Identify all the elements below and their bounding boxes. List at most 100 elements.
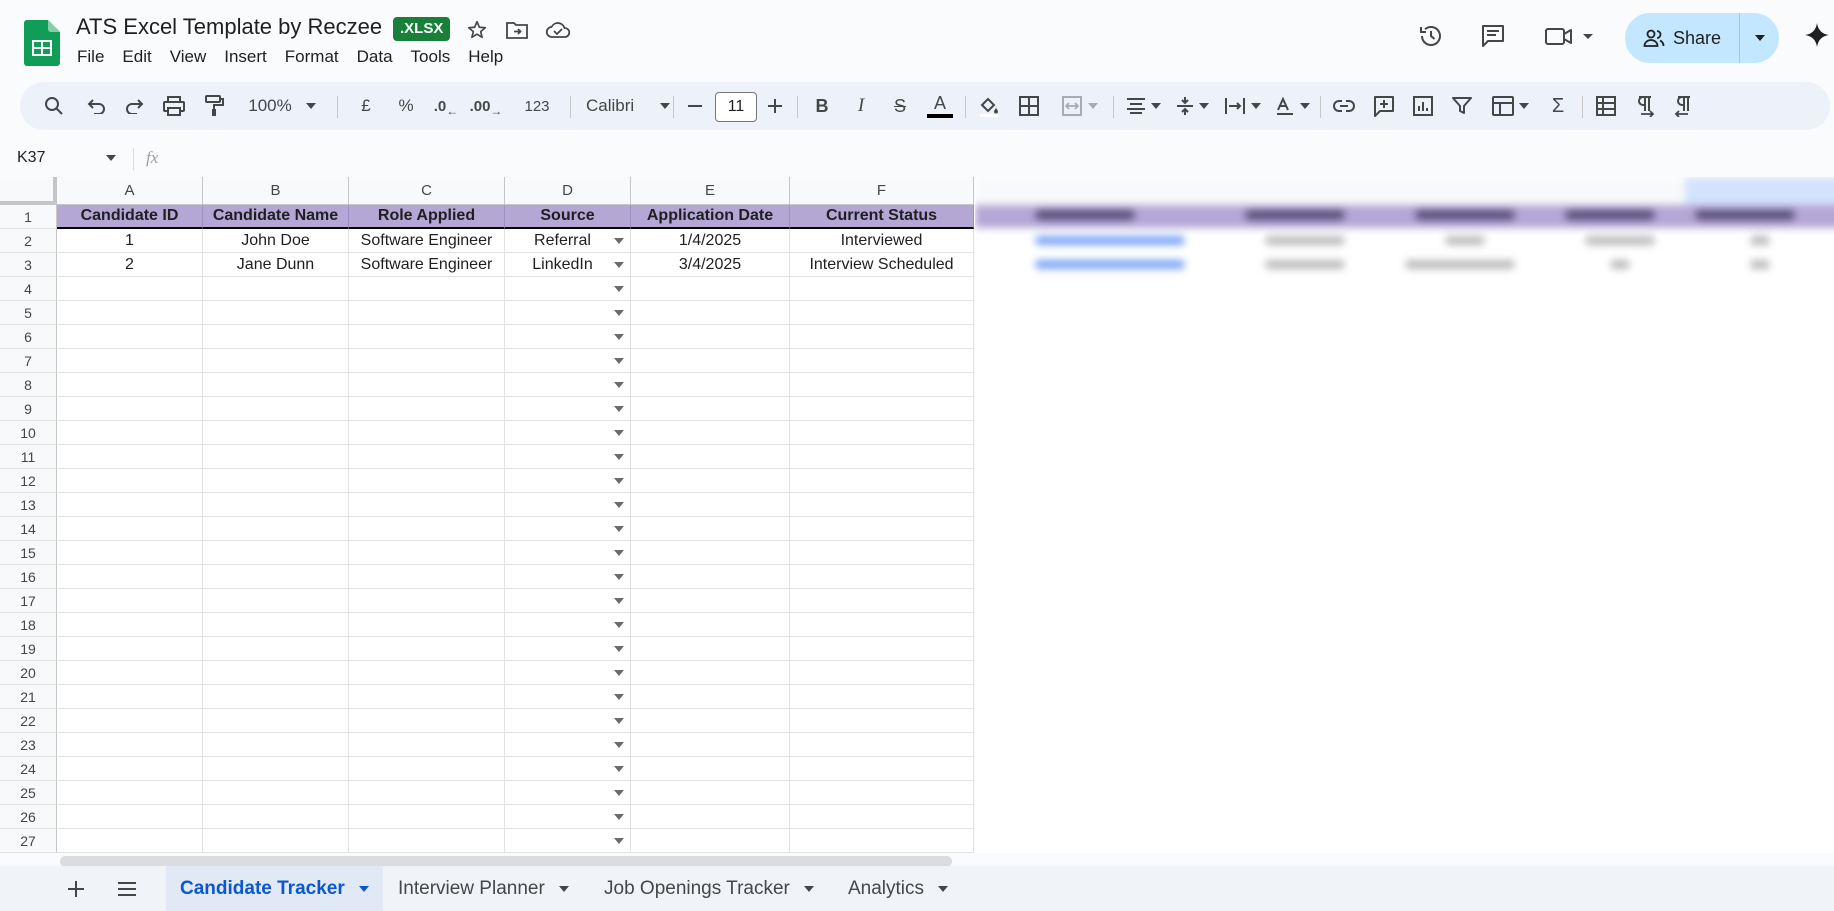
table-cell[interactable] xyxy=(790,277,974,301)
table-cell[interactable]: 1/4/2025 xyxy=(631,229,790,253)
share-dropdown-button[interactable] xyxy=(1740,13,1779,63)
table-cell[interactable] xyxy=(790,829,974,853)
table-cell[interactable] xyxy=(505,421,631,445)
table-cell[interactable] xyxy=(349,373,505,397)
table-cell[interactable]: John Doe xyxy=(203,229,349,253)
menu-tools[interactable]: Tools xyxy=(402,46,460,68)
tab-analytics[interactable]: Analytics xyxy=(848,866,949,911)
dropdown-chip-icon[interactable] xyxy=(614,526,624,532)
more-formats-button[interactable]: 123 xyxy=(512,82,562,130)
header-cell[interactable]: Source xyxy=(505,205,631,229)
dropdown-chip-icon[interactable] xyxy=(614,646,624,652)
table-cell[interactable] xyxy=(505,733,631,757)
row-header-18[interactable]: 18 xyxy=(0,613,57,637)
table-cell[interactable]: Jane Dunn xyxy=(203,253,349,277)
table-cell[interactable] xyxy=(203,589,349,613)
dropdown-chip-icon[interactable] xyxy=(614,310,624,316)
table-cell[interactable] xyxy=(631,685,790,709)
row-header-27[interactable]: 27 xyxy=(0,829,57,853)
table-cell[interactable] xyxy=(57,613,203,637)
table-cell[interactable] xyxy=(349,685,505,709)
table-cell[interactable] xyxy=(203,301,349,325)
table-cell[interactable] xyxy=(790,637,974,661)
table-cell[interactable] xyxy=(349,565,505,589)
comments-icon[interactable] xyxy=(1478,21,1508,51)
table-cell[interactable] xyxy=(505,781,631,805)
filter-views-icon[interactable] xyxy=(1485,82,1535,130)
menu-data[interactable]: Data xyxy=(348,46,402,68)
dropdown-chip-icon[interactable] xyxy=(614,790,624,796)
table-cell[interactable] xyxy=(790,757,974,781)
table-cell[interactable] xyxy=(57,829,203,853)
table-cell[interactable] xyxy=(631,805,790,829)
dropdown-chip-icon[interactable] xyxy=(614,430,624,436)
table-cell[interactable]: Interview Scheduled xyxy=(790,253,974,277)
table-cell[interactable] xyxy=(57,709,203,733)
table-cell[interactable] xyxy=(203,661,349,685)
table-cell[interactable] xyxy=(505,541,631,565)
document-title[interactable]: ATS Excel Template by Reczee xyxy=(76,14,382,40)
dropdown-chip-icon[interactable] xyxy=(614,598,624,604)
format-currency-button[interactable]: £ xyxy=(350,82,382,130)
table-cell[interactable] xyxy=(505,829,631,853)
table-cell[interactable] xyxy=(203,421,349,445)
table-cell[interactable] xyxy=(57,685,203,709)
row-header-4[interactable]: 4 xyxy=(0,277,57,301)
row-header-17[interactable]: 17 xyxy=(0,589,57,613)
table-cell[interactable] xyxy=(203,685,349,709)
row-header-14[interactable]: 14 xyxy=(0,517,57,541)
functions-icon[interactable]: Σ xyxy=(1542,82,1574,130)
table-cell[interactable] xyxy=(57,469,203,493)
row-header-3[interactable]: 3 xyxy=(0,253,57,277)
undo-icon[interactable] xyxy=(80,82,112,130)
table-cell[interactable] xyxy=(505,757,631,781)
table-cell[interactable] xyxy=(203,325,349,349)
row-header-2[interactable]: 2 xyxy=(0,229,57,253)
row-header-21[interactable]: 21 xyxy=(0,685,57,709)
table-cell[interactable] xyxy=(349,469,505,493)
table-cell[interactable] xyxy=(631,661,790,685)
table-cell[interactable] xyxy=(57,277,203,301)
table-cell[interactable] xyxy=(631,637,790,661)
select-all-corner[interactable] xyxy=(0,177,57,205)
tab-job-openings-tracker[interactable]: Job Openings Tracker xyxy=(604,866,814,911)
increase-decimal-button[interactable]: .00 → xyxy=(466,82,506,130)
row-header-20[interactable]: 20 xyxy=(0,661,57,685)
text-wrapping-icon[interactable] xyxy=(1220,82,1264,130)
row-header-9[interactable]: 9 xyxy=(0,397,57,421)
sheets-logo-icon[interactable] xyxy=(24,20,60,66)
table-cell[interactable] xyxy=(505,397,631,421)
table-cell[interactable] xyxy=(57,517,203,541)
table-cell[interactable] xyxy=(631,421,790,445)
table-cell[interactable] xyxy=(203,493,349,517)
header-cell[interactable]: Candidate ID xyxy=(57,205,203,229)
menu-help[interactable]: Help xyxy=(459,46,512,68)
table-cell[interactable] xyxy=(203,373,349,397)
table-cell[interactable] xyxy=(349,613,505,637)
row-header-26[interactable]: 26 xyxy=(0,805,57,829)
row-header-23[interactable]: 23 xyxy=(0,733,57,757)
dropdown-chip-icon[interactable] xyxy=(614,670,624,676)
table-cell[interactable] xyxy=(505,661,631,685)
table-cell[interactable] xyxy=(203,397,349,421)
header-cell[interactable]: Role Applied xyxy=(349,205,505,229)
header-cell[interactable]: Application Date xyxy=(631,205,790,229)
table-cell[interactable] xyxy=(349,301,505,325)
table-cell[interactable] xyxy=(505,301,631,325)
increase-font-size-button[interactable] xyxy=(760,82,790,130)
table-cell[interactable]: Interviewed xyxy=(790,229,974,253)
table-cell[interactable] xyxy=(57,565,203,589)
chevron-down-icon[interactable] xyxy=(358,885,369,892)
add-sheet-button[interactable] xyxy=(66,866,86,911)
text-color-button[interactable]: A xyxy=(923,82,957,130)
column-header-a[interactable]: A xyxy=(57,177,203,205)
table-cell[interactable]: 3/4/2025 xyxy=(631,253,790,277)
table-cell[interactable] xyxy=(349,277,505,301)
table-cell[interactable] xyxy=(57,421,203,445)
borders-icon[interactable] xyxy=(1013,82,1045,130)
table-cell[interactable] xyxy=(790,349,974,373)
move-folder-icon[interactable] xyxy=(504,17,530,43)
table-cell[interactable] xyxy=(790,733,974,757)
chevron-down-icon[interactable] xyxy=(803,885,814,892)
row-header-10[interactable]: 10 xyxy=(0,421,57,445)
